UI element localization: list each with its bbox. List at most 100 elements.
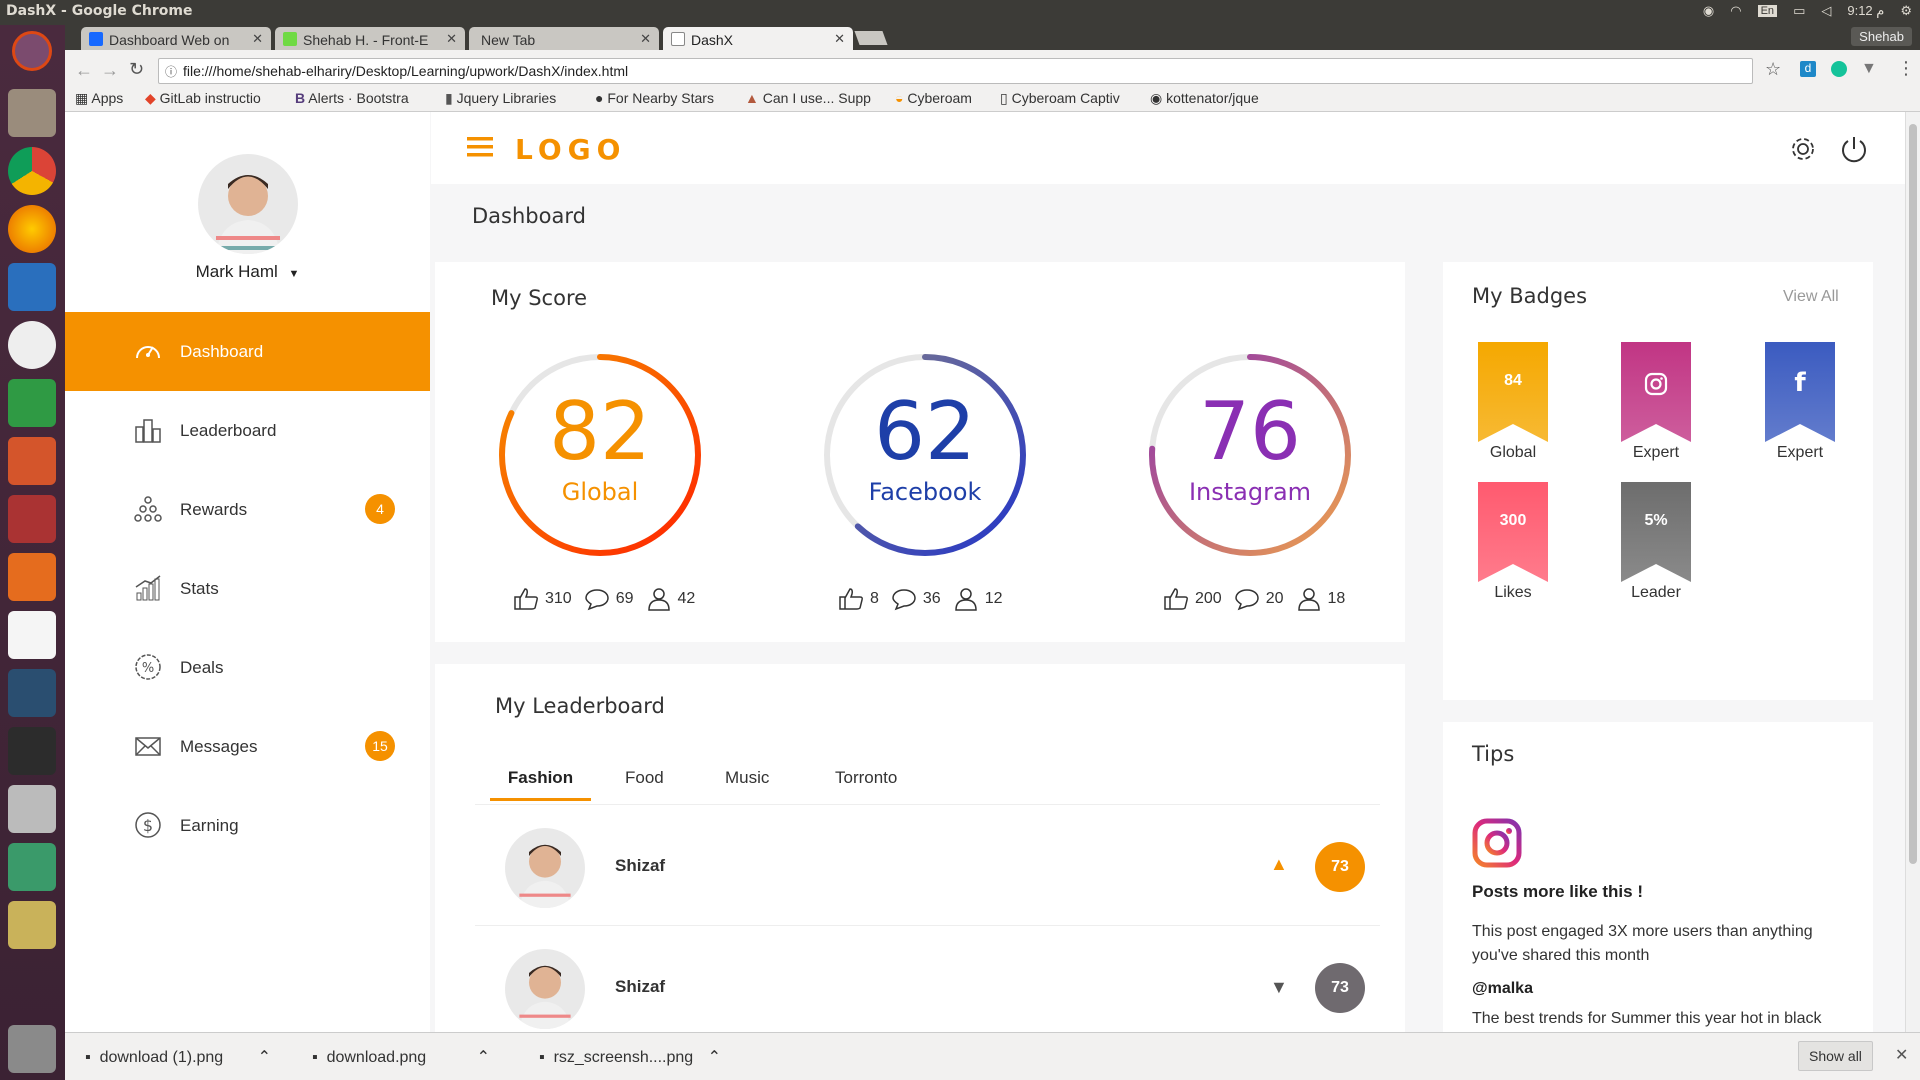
address-bar[interactable]: ⓘ file:///home/shehab-elhariry/Desktop/L… <box>158 58 1753 84</box>
firefox-icon[interactable] <box>8 205 56 253</box>
writer-icon[interactable] <box>8 263 56 311</box>
extension-v-icon[interactable]: ▼ <box>1861 60 1877 78</box>
chevron-up-icon[interactable]: ⌃ <box>708 1049 721 1066</box>
chevron-up-icon[interactable]: ⌃ <box>477 1049 490 1066</box>
badge-ribbon[interactable]: f Expert <box>1765 342 1835 461</box>
nav-rewards[interactable]: Rewards 4 <box>65 470 430 549</box>
new-tab-button[interactable] <box>854 31 888 45</box>
calc-icon[interactable] <box>8 379 56 427</box>
nav-dashboard[interactable]: Dashboard <box>65 312 430 391</box>
volume-icon[interactable]: ◁ <box>1821 3 1831 19</box>
tab-fashion[interactable]: Fashion <box>490 768 591 801</box>
menu-icon[interactable]: ⋮ <box>1897 58 1915 79</box>
view-all-link[interactable]: View All <box>1783 288 1839 306</box>
nav-label: Messages <box>180 736 258 756</box>
close-icon[interactable]: ✕ <box>834 31 845 47</box>
battery-icon[interactable]: ▭ <box>1793 3 1805 19</box>
pyramid-icon <box>134 496 162 522</box>
clock-app-icon[interactable] <box>8 321 56 369</box>
bookmark-item[interactable]: B Alerts · Bootstra <box>295 90 409 106</box>
files-icon[interactable] <box>8 89 56 137</box>
settings-gear-icon[interactable]: ⚙ <box>1900 3 1912 19</box>
logo[interactable]: LOGO <box>515 133 626 166</box>
image-viewer-icon[interactable] <box>8 901 56 949</box>
network-icon[interactable]: ◉ <box>1703 3 1714 19</box>
browser-tab-active[interactable]: DashX ✕ <box>663 27 853 50</box>
likes-count: 8 <box>870 590 879 607</box>
forward-icon[interactable]: → <box>101 60 119 81</box>
nav-leaderboard[interactable]: Leaderboard <box>65 391 430 470</box>
profile-chip[interactable]: Shehab <box>1851 27 1912 46</box>
software-center-icon[interactable] <box>8 553 56 601</box>
bookmark-item[interactable]: ▲ Can I use... Supp <box>745 90 871 106</box>
upwork-icon <box>283 32 297 46</box>
hamburger-menu-icon[interactable] <box>467 136 493 158</box>
scrollbar-thumb[interactable] <box>1909 124 1917 864</box>
close-icon[interactable]: ✕ <box>640 31 651 47</box>
profile-name-dropdown[interactable]: Mark Haml ▼ <box>65 262 430 282</box>
impress-icon[interactable] <box>8 437 56 485</box>
leaderboard-row[interactable]: Shizaf ▲ 73 <box>475 806 1380 926</box>
bookmark-item[interactable]: ▮ Jquery Libraries <box>445 90 556 107</box>
clock[interactable]: 9:12 م <box>1847 3 1884 19</box>
bookmark-item[interactable]: ▯ Cyberoam Captiv <box>1000 90 1120 107</box>
nav-messages[interactable]: Messages 15 <box>65 707 430 786</box>
badge-ribbon[interactable]: 84 Global <box>1478 342 1548 461</box>
badge-ribbon[interactable]: Expert <box>1621 342 1691 461</box>
trash-icon[interactable] <box>8 1025 56 1073</box>
bookmark-label: kottenator/jque <box>1166 90 1259 106</box>
bookmark-item[interactable]: ◉ kottenator/jque <box>1150 90 1259 107</box>
page-scrollbar[interactable] <box>1905 112 1920 1032</box>
power-icon[interactable] <box>1839 134 1869 164</box>
chrome-icon[interactable] <box>8 147 56 195</box>
download-item[interactable]: ▪ download.png ⌃ <box>312 1047 490 1067</box>
close-icon[interactable]: ✕ <box>1895 1045 1908 1065</box>
badge-ribbon[interactable]: 5% Leader <box>1621 482 1691 601</box>
bracket-app-icon[interactable] <box>8 669 56 717</box>
leaderboard-row[interactable]: Shizaf ▼ 73 <box>475 927 1380 1032</box>
download-item[interactable]: ▪ download (1).png ⌃ <box>85 1047 271 1067</box>
badge-label: Leader <box>1631 584 1681 601</box>
bookmark-item[interactable]: ● For Nearby Stars <box>595 90 714 106</box>
nav-earning[interactable]: $ Earning <box>65 786 430 865</box>
settings-gear-icon[interactable] <box>1788 134 1818 164</box>
terminal-icon[interactable] <box>8 727 56 775</box>
download-item[interactable]: ▪ rsz_screensh....png ⌃ <box>539 1047 721 1067</box>
show-all-button[interactable]: Show all <box>1798 1041 1873 1071</box>
amazon-icon[interactable] <box>8 611 56 659</box>
tab-label: DashX <box>691 32 734 48</box>
wifi-icon[interactable]: ◠ <box>1730 3 1741 19</box>
thumbs-up-icon <box>839 588 863 610</box>
browser-tab[interactable]: Shehab H. - Front-E ✕ <box>275 27 465 50</box>
bookmark-item[interactable]: ◆ GitLab instructio <box>145 90 261 107</box>
score-gauge: 76 Instagram <box>1145 350 1355 560</box>
tip-handle[interactable]: @malka <box>1472 980 1533 998</box>
system-settings-icon[interactable] <box>8 495 56 543</box>
tab-food[interactable]: Food <box>625 768 664 788</box>
printer-icon[interactable] <box>8 785 56 833</box>
back-icon[interactable]: ← <box>75 60 93 81</box>
browser-tab[interactable]: New Tab ✕ <box>469 27 659 50</box>
grammarly-icon[interactable] <box>1831 61 1847 77</box>
chevron-up-icon[interactable]: ⌃ <box>258 1049 271 1066</box>
keyboard-layout-indicator[interactable]: En <box>1757 5 1778 17</box>
tab-music[interactable]: Music <box>725 768 769 788</box>
bookmark-apps[interactable]: ▦ Apps <box>75 90 123 107</box>
nav-deals[interactable]: % Deals <box>65 628 430 707</box>
atom-icon[interactable] <box>8 843 56 891</box>
nav-stats[interactable]: Stats <box>65 549 430 628</box>
window-title: DashX - Google Chrome <box>6 3 193 19</box>
badge-ribbon[interactable]: 300 Likes <box>1478 482 1548 601</box>
page-title: Dashboard <box>472 204 586 228</box>
browser-tab[interactable]: Dashboard Web on ✕ <box>81 27 271 50</box>
close-icon[interactable]: ✕ <box>446 31 457 47</box>
extension-d-icon[interactable]: d <box>1800 61 1816 77</box>
tab-torronto[interactable]: Torronto <box>835 768 897 788</box>
close-icon[interactable]: ✕ <box>252 31 263 47</box>
ubuntu-logo-icon[interactable] <box>12 31 52 71</box>
avatar[interactable] <box>198 154 298 254</box>
bookmark-item[interactable]: ◒ Cyberoam <box>895 90 972 106</box>
reload-icon[interactable]: ↻ <box>129 59 144 80</box>
comment-icon <box>1234 589 1259 611</box>
star-icon[interactable]: ☆ <box>1765 59 1781 80</box>
